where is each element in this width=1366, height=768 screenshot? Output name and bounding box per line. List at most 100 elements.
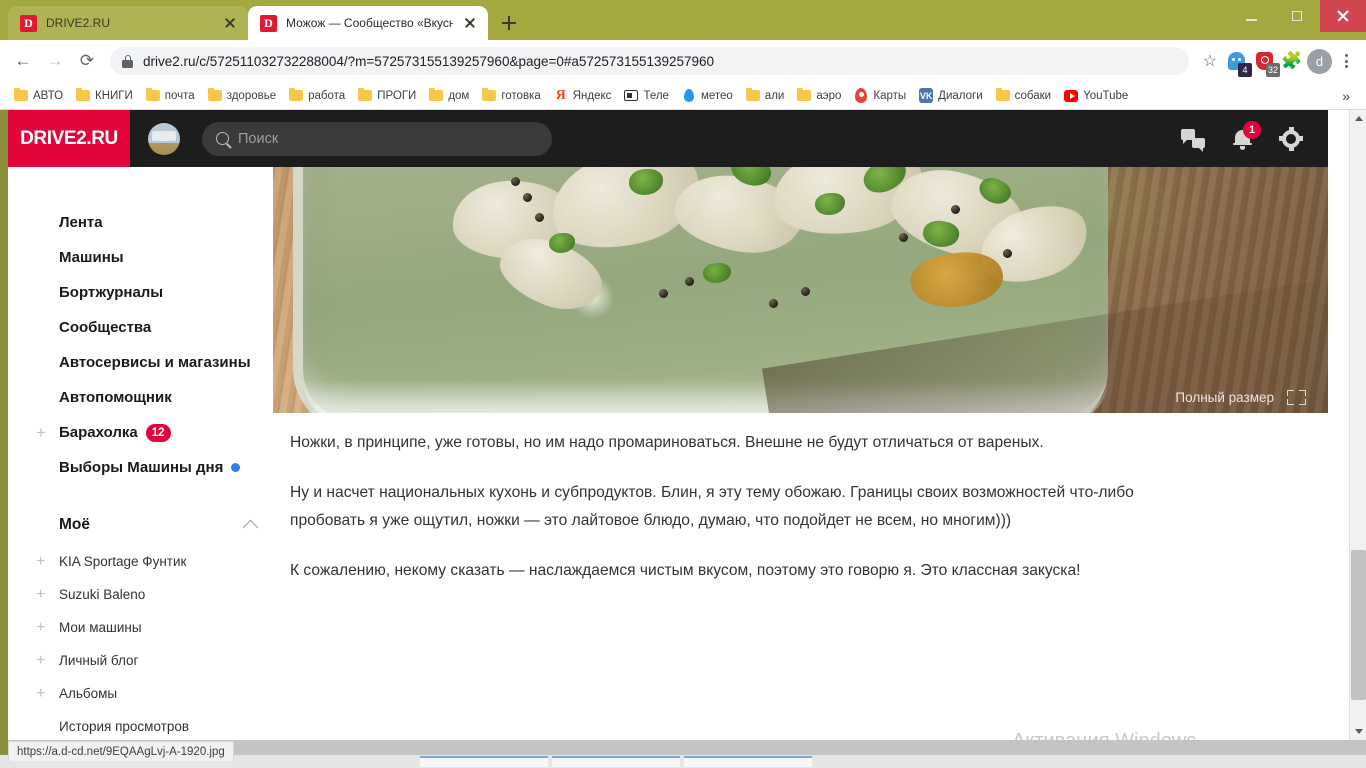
expand-plus-icon[interactable]: + [36,424,46,441]
tab-close-button-2[interactable] [462,15,478,31]
site-logo[interactable]: DRIVE2.RU [8,110,130,167]
bookmark-label: работа [308,89,346,102]
sidebar-item-bortzhurnaly[interactable]: Бортжурналы [59,275,266,310]
bookmark-progi[interactable]: ПРОГИ [352,86,422,106]
status-url-text: https://a.d-cd.net/9EQAAgLvj-A-1920.jpg [17,745,225,758]
bookmark-avto[interactable]: АВТО [8,86,69,106]
search-placeholder: Поиск [238,130,279,147]
scroll-down-button[interactable] [1350,723,1366,740]
site-header: DRIVE2.RU Поиск 1 [8,110,1328,167]
browser-tab-1[interactable]: D DRIVE2.RU [8,6,248,40]
sidebar-item-kia-sportage[interactable]: + KIA Sportage Фунтик [36,545,266,578]
sidebar-item-avtopomoshchnik[interactable]: Автопомощник [59,380,266,415]
taskbar-item[interactable] [684,756,812,767]
expand-plus-icon[interactable]: + [36,586,45,603]
chat-icon[interactable] [1181,129,1205,152]
browser-tab-2[interactable]: D Можож — Сообщество «Вкусно [248,6,488,40]
sidebar-item-albomy[interactable]: + Альбомы [36,677,266,710]
bookmark-zdorovie[interactable]: здоровье [202,86,282,106]
bookmark-youtube[interactable]: YouTube [1058,86,1134,106]
browser-window: D DRIVE2.RU D Можож — Сообщество «Вкусно… [0,0,1366,768]
folder-icon [358,87,373,103]
bookmark-yandex[interactable]: Я Яндекс [548,86,618,106]
bookmark-aero[interactable]: аэро [791,86,847,106]
chrome-menu-button[interactable] [1334,54,1358,68]
sidebar-item-vybory-mashiny-dnya[interactable]: Выборы Машины дня [59,450,266,485]
bookmark-label: Яндекс [572,89,612,102]
bookmark-label: готовка [501,89,541,102]
sidebar-item-label: Автопомощник [59,389,172,406]
bookmark-dom[interactable]: дом [423,86,475,106]
bookmark-label: собаки [1014,89,1052,102]
sidebar-section-moe[interactable]: Моё [59,505,266,545]
minimize-button[interactable] [1228,0,1274,32]
bookmark-label: Карты [873,89,907,102]
bookmark-karty[interactable]: Карты [848,86,912,106]
sidebar-item-soobshchestva[interactable]: Сообщества [59,310,266,345]
bookmarks-overflow-button[interactable]: » [1334,88,1358,104]
bookmark-ali[interactable]: али [740,86,791,106]
sidebar-item-label: Машины [59,249,124,266]
bookmark-dialogi[interactable]: VK Диалоги [913,86,988,106]
link-status-bubble: https://a.d-cd.net/9EQAAgLvj-A-1920.jpg [8,741,234,761]
puzzle-extension-icon[interactable]: 🧩 [1279,48,1305,74]
taskbar-item[interactable] [552,756,680,767]
chevron-up-icon[interactable] [242,519,259,535]
maximize-button[interactable] [1274,0,1320,32]
sidebar-item-label: Барахолка [59,424,138,441]
sidebar-item-lichnyi-blog[interactable]: + Личный блог [36,644,266,677]
bookmark-label: здоровье [226,89,277,102]
bookmark-label: ПРОГИ [377,89,417,102]
article-paragraph-3: К сожалению, некому сказать — наслаждаем… [290,562,1081,579]
expand-plus-icon[interactable]: + [36,652,45,669]
bell-icon[interactable]: 1 [1233,120,1261,150]
bookmark-meteo[interactable]: метео [676,86,739,106]
sidebar-item-lenta[interactable]: Лента [59,205,266,240]
sidebar-item-suzuki-baleno[interactable]: + Suzuki Baleno [36,578,266,611]
windows-activation-watermark: Активация Windows Чтобы активировать Win… [1012,730,1302,740]
sidebar-subitem-label: Личный блог [59,653,139,668]
tab-close-button-1[interactable] [222,15,238,31]
bookmark-tele[interactable]: Теле [618,86,675,106]
tab-title-1: DRIVE2.RU [46,16,111,30]
bookmark-label: али [764,89,785,102]
ghost-extension-icon[interactable]: 4 [1223,48,1252,77]
full-size-button[interactable]: Полный размер [1175,390,1306,405]
folder-icon [482,87,497,103]
bookmark-label: метео [700,89,733,102]
sidebar-item-baraholka[interactable]: + Барахолка 12 [36,415,266,450]
search-icon [216,132,229,145]
bookmark-pochta[interactable]: почта [140,86,201,106]
bookmark-knigi[interactable]: КНИГИ [70,86,139,106]
bookmark-rabota[interactable]: работа [283,86,351,106]
expand-plus-icon[interactable]: + [36,685,45,702]
page-scrollbar[interactable] [1349,110,1366,740]
user-avatar[interactable] [148,122,180,155]
bookmark-star-icon[interactable]: ☆ [1199,51,1221,71]
scrollbar-thumb[interactable] [1351,550,1366,700]
article-photo[interactable]: Полный размер [273,167,1328,413]
expand-plus-icon[interactable]: + [36,619,45,636]
sidebar-item-istoriya-prosmotrov[interactable]: История просмотров [59,710,266,740]
address-bar[interactable]: drive2.ru/c/572511032732288004/?m=572573… [110,47,1189,75]
scroll-up-button[interactable] [1350,110,1366,127]
new-tab-button[interactable] [494,8,524,38]
search-input[interactable]: Поиск [202,121,552,156]
forward-button[interactable]: → [40,46,70,76]
sidebar-item-moi-mashiny[interactable]: + Мои машины [36,611,266,644]
profile-avatar[interactable]: d [1307,48,1332,74]
taskbar-item[interactable] [420,756,548,767]
reload-button[interactable]: ⟳ [72,46,102,76]
sidebar-item-mashiny[interactable]: Машины [59,240,266,275]
bookmark-sobaki[interactable]: собаки [990,86,1057,106]
close-window-button[interactable] [1320,0,1366,32]
folder-icon [429,87,444,103]
expand-plus-icon[interactable]: + [36,553,45,570]
back-button[interactable]: ← [8,46,38,76]
adblock-extension-icon[interactable]: 32 [1251,48,1280,77]
bookmark-gotovka[interactable]: готовка [476,86,546,106]
gear-icon[interactable] [1279,126,1303,151]
sidebar-item-avtoservisy[interactable]: Автосервисы и магазины [59,345,266,380]
bookmarks-bar: АВТО КНИГИ почта здоровье работа ПРОГИ д… [0,82,1366,110]
bookmark-label: Теле [643,89,669,102]
